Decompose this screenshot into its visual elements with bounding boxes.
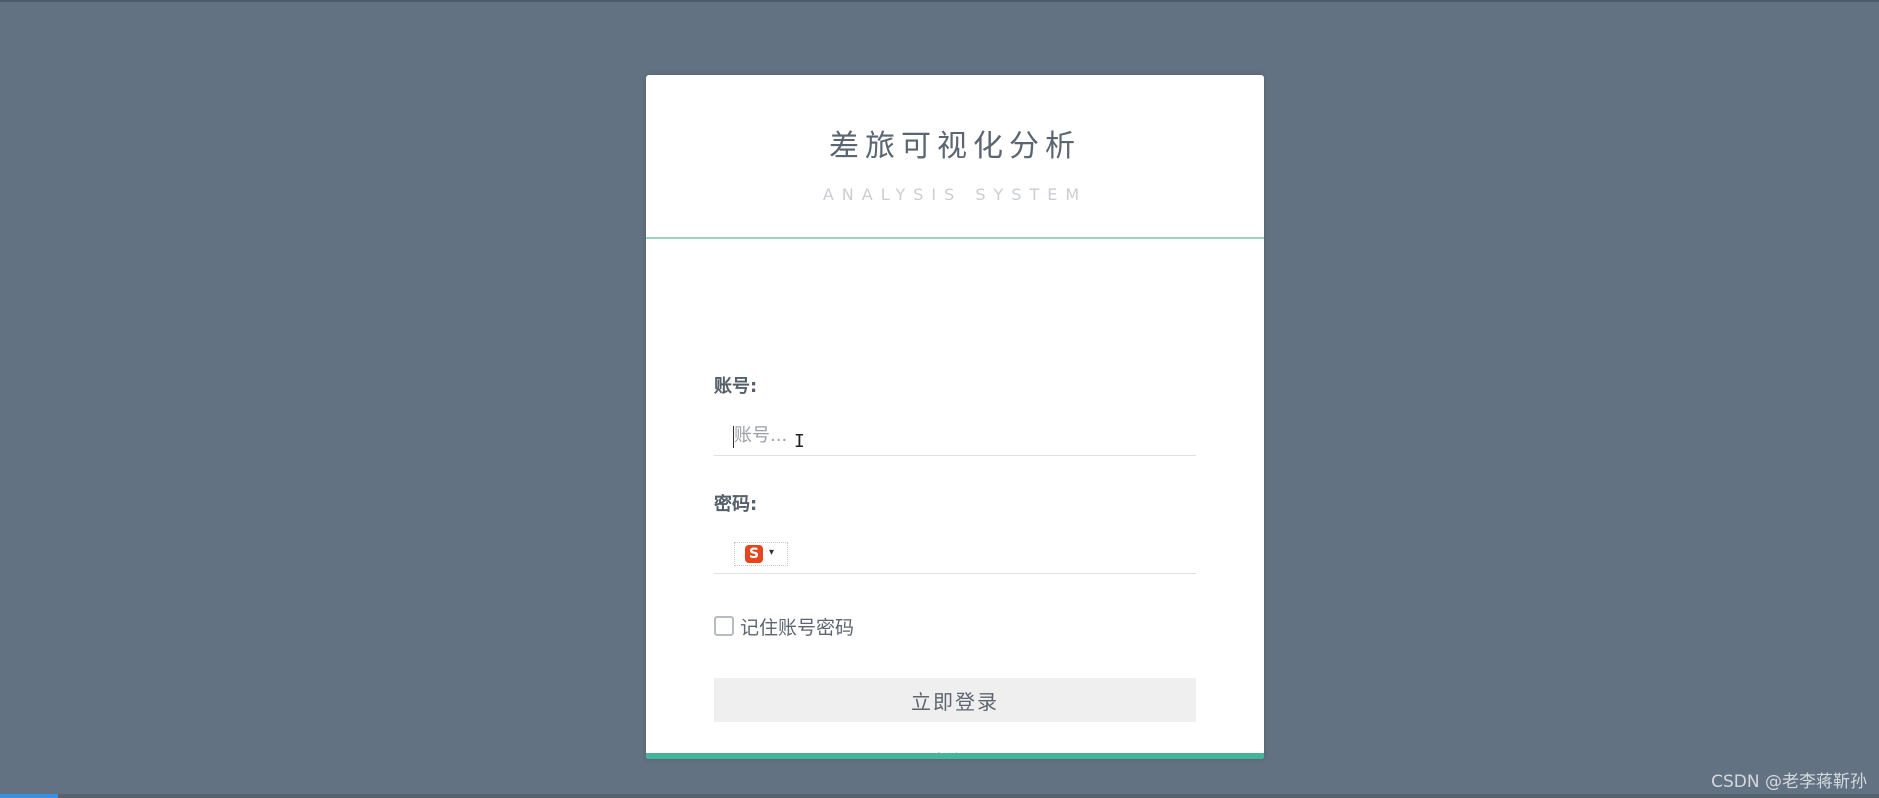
password-label: 密码: [714,494,758,515]
account-field: I [714,416,1196,456]
card-header: 差旅可视化分析 ANALYSIS SYSTEM [646,75,1264,239]
page-background: 差旅可视化分析 ANALYSIS SYSTEM 账号: I 密码: S ▾ 记住… [0,0,1879,798]
page-subtitle: ANALYSIS SYSTEM [822,185,1088,204]
account-label: 账号: [714,376,758,397]
password-field: S ▾ [714,534,1196,574]
remember-label: 记住账号密码 [740,616,855,639]
text-caret [733,426,734,448]
sogou-ime-icon[interactable]: S ▾ [734,542,788,566]
ibeam-cursor-icon: I [794,431,805,452]
ime-logo-icon: S [745,545,763,563]
bottom-edge [0,794,1879,798]
remember-option[interactable]: 记住账号密码 [714,613,854,639]
chevron-down-icon: ▾ [769,547,775,558]
watermark: CSDN @老李蒋靳孙 [1711,772,1867,792]
remember-checkbox[interactable] [714,616,734,636]
bottom-tab-indicator [0,794,58,798]
login-card: 差旅可视化分析 ANALYSIS SYSTEM 账号: I 密码: S ▾ 记住… [646,75,1264,759]
account-input[interactable] [714,416,1196,454]
page-title: 差旅可视化分析 [829,129,1081,164]
card-accent-bar [646,753,1264,759]
login-button[interactable]: 立即登录 [714,678,1196,722]
